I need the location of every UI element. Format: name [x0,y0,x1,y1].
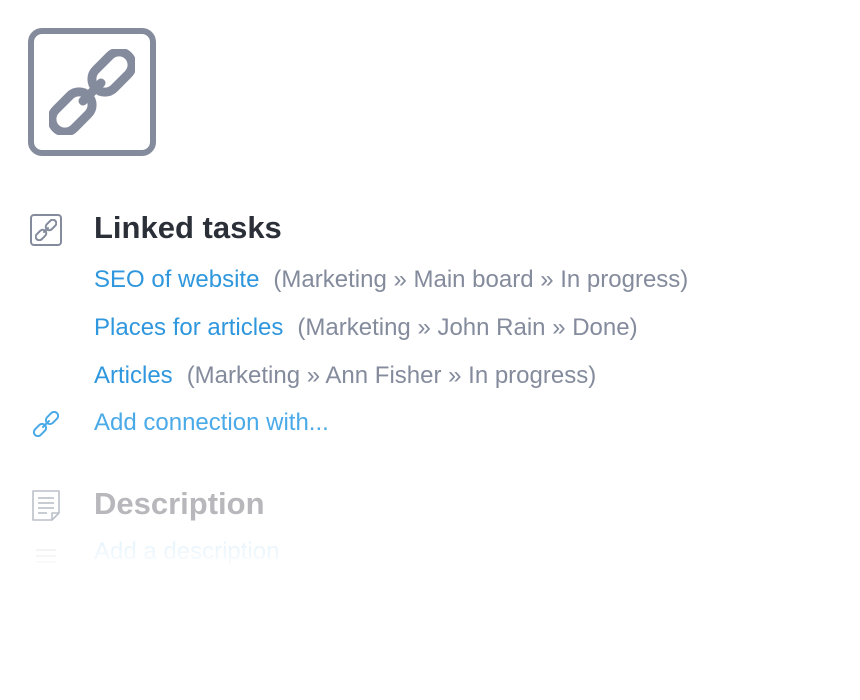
document-icon-graphic [32,490,60,521]
link-icon-graphic [49,49,135,135]
linked-task-row: Places for articles (Marketing » John Rai… [94,314,638,342]
linked-tasks-heading: Linked tasks [94,210,282,245]
linked-task-path: (Marketing » John Rain » Done) [297,314,638,341]
description-heading: Description [94,486,265,521]
link-square-icon [30,214,62,246]
add-description-field[interactable]: Add a description [94,538,279,566]
linked-task-path: (Marketing » Main board » In progress) [273,266,689,293]
link-square-icon-graphic [35,219,57,241]
add-connection-button[interactable]: Add connection with... [94,409,329,437]
add-connection-link-icon[interactable] [30,408,62,440]
linked-task-link[interactable]: Places for articles [94,314,283,341]
linked-task-path: (Marketing » Ann Fisher » In progress) [186,362,597,389]
lines-icon-graphic [36,549,56,563]
lines-icon [30,540,62,572]
document-icon [30,489,62,521]
linked-task-link[interactable]: SEO of website [94,266,259,293]
task-details-page: Linked tasks SEO of website (Marketing » … [0,0,860,700]
link-icon-graphic [33,411,59,437]
link-icon [28,28,156,156]
linked-task-row: Articles (Marketing » Ann Fisher » In pro… [94,362,596,390]
linked-task-row: SEO of website (Marketing » Main board » … [94,266,688,294]
linked-task-link[interactable]: Articles [94,362,173,389]
